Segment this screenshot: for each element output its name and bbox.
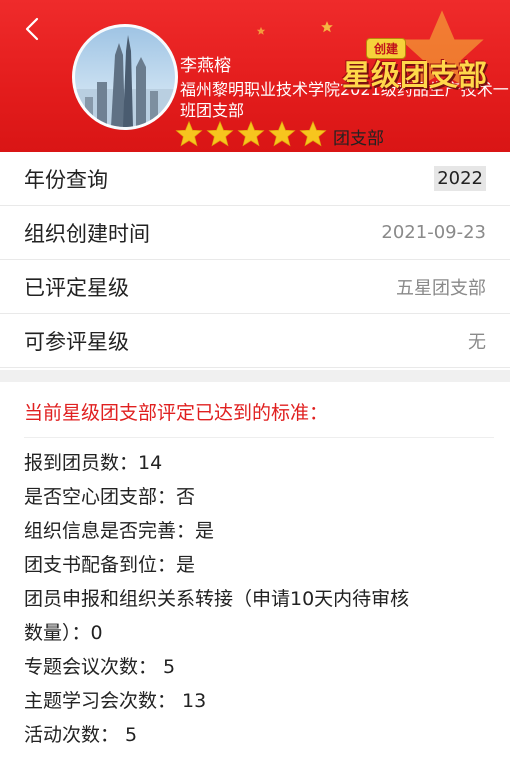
list-item: 团支书配备到位：是 [24,554,196,576]
list-item: 主题学习会次数： 13 [24,690,207,712]
list-item: 是否空心团支部：否 [24,486,196,508]
star-icon [175,120,203,147]
row-label: 组织创建时间 [24,221,150,246]
star-rating [175,120,327,148]
decorative-star-icon [321,21,333,33]
list-item: 团员申报和组织关系转接（申请10天内待审核 [24,588,410,610]
decorative-star-icon [256,26,266,35]
standards-section: 当前星级团支部评定已达到的标准： 报到团员数：14 是否空心团支部：否 组织信息… [24,390,494,752]
info-list: 年份查询 2022 组织创建时间 2021-09-23 已评定星级 五星团支部 … [0,152,510,368]
org-type-label: 团支部 [333,129,384,149]
org-name: 李燕榕 [180,56,231,76]
standards-list: 报到团员数：14 是否空心团支部：否 组织信息是否完善：是 团支书配备到位：是 … [24,446,494,752]
list-item: 专题会议次数： 5 [24,656,176,678]
star-branch-badge: 星级团支部 [342,58,488,92]
row-label: 可参评星级 [24,329,129,354]
row-eligible-star: 可参评星级 无 [0,314,510,368]
row-created-date: 组织创建时间 2021-09-23 [0,206,510,260]
row-label: 年份查询 [24,167,108,192]
row-rated-star: 已评定星级 五星团支部 [0,260,510,314]
year-selector[interactable]: 2022 [434,166,486,191]
row-label: 已评定星级 [24,275,129,300]
list-item: 报到团员数：14 [24,452,163,474]
row-year-query[interactable]: 年份查询 2022 [0,152,510,206]
avatar [72,24,178,130]
standards-title: 当前星级团支部评定已达到的标准： [24,390,494,438]
star-icon [237,120,265,147]
star-icon [268,120,296,147]
row-value: 无 [468,331,486,353]
row-value: 五星团支部 [396,277,486,299]
list-item: 数量）：0 [24,622,103,644]
star-icon [206,120,234,147]
star-icon [299,120,327,147]
list-item: 活动次数： 5 [24,724,138,746]
chevron-left-icon[interactable] [20,16,46,42]
profile-header: 李燕榕 福州黎明职业技术学院2021级药品生产技术一班团支部 团支部 创建 星级… [0,0,510,152]
list-item: 组织信息是否完善：是 [24,520,215,542]
row-value: 2021-09-23 [381,222,486,243]
section-divider [0,370,510,382]
